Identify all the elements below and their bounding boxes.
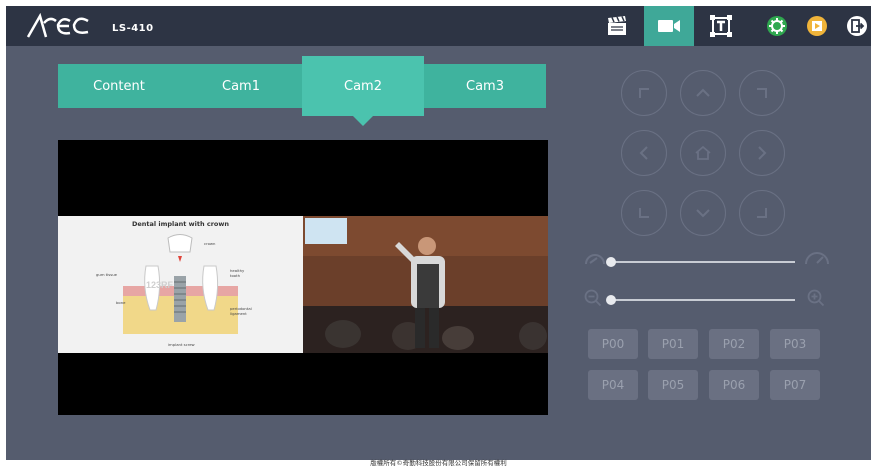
scene-button[interactable] [596, 6, 638, 46]
speed-slider-knob[interactable] [606, 257, 616, 267]
camera-feed [303, 216, 548, 353]
arec-logo-icon [26, 13, 89, 38]
camera-icon [658, 20, 680, 32]
preset-button[interactable]: P05 [648, 370, 698, 400]
slide-label: implant screw [168, 342, 195, 347]
slide-label: crown [204, 241, 216, 246]
slide-label: bone [116, 300, 126, 305]
content-feed: Dental implant with crown 123RF crown gu… [58, 216, 303, 353]
preset-button[interactable]: P02 [709, 329, 759, 359]
tab-label: Cam1 [222, 78, 260, 94]
camera-button[interactable] [644, 6, 694, 46]
main-panel: Content Cam1 Cam2 Cam3 Dental implant wi… [6, 46, 871, 460]
tab-cam3[interactable]: Cam3 [424, 64, 546, 108]
top-bar: LS-410 [6, 6, 871, 46]
logout-icon [847, 16, 867, 36]
chevron-left-icon [639, 146, 648, 160]
slide-label: gum tissue [96, 272, 117, 277]
zoom-slider[interactable] [611, 299, 795, 301]
corner-down-right-icon [757, 208, 767, 218]
settings-button[interactable] [756, 6, 798, 46]
dental-diagram-image: 123RF [123, 234, 238, 334]
preset-button[interactable]: P03 [770, 329, 820, 359]
home-icon [695, 145, 711, 160]
zoom-in-icon[interactable] [807, 289, 825, 307]
speed-slow-icon [585, 254, 605, 265]
layout-icon [710, 15, 732, 37]
model-label: LS-410 [112, 22, 154, 34]
tab-label: Cam3 [466, 78, 504, 94]
corner-down-left-icon [639, 208, 649, 218]
zoom-out-icon[interactable] [584, 289, 602, 307]
chevron-up-icon [696, 88, 710, 97]
ptz-up-button[interactable] [680, 70, 726, 116]
preset-button[interactable]: P01 [648, 329, 698, 359]
layout-button[interactable] [700, 6, 742, 46]
tab-label: Content [93, 78, 145, 94]
preset-button[interactable]: P07 [770, 370, 820, 400]
app-frame: LS-410 Content Cam1 Cam2 Cam3 Dental imp… [0, 0, 877, 467]
zoom-slider-knob[interactable] [606, 295, 616, 305]
chevron-right-icon [758, 146, 767, 160]
watermark-text: 123RF [146, 280, 174, 290]
corner-up-right-icon [757, 88, 767, 98]
ptz-up-left-button[interactable] [621, 70, 667, 116]
settings-icon [767, 16, 787, 36]
tab-content[interactable]: Content [58, 64, 180, 108]
ptz-right-button[interactable] [739, 130, 785, 176]
media-button[interactable] [796, 6, 838, 46]
brand-logo: LS-410 [26, 12, 154, 40]
logout-button[interactable] [836, 6, 877, 46]
corner-up-left-icon [639, 88, 649, 98]
speed-slider[interactable] [611, 261, 795, 263]
tab-cam2[interactable]: Cam2 [302, 56, 424, 126]
tab-cam1[interactable]: Cam1 [180, 64, 302, 108]
slide-label: periodontal ligament [230, 306, 252, 316]
clapperboard-icon [608, 16, 626, 35]
ptz-up-right-button[interactable] [739, 70, 785, 116]
ptz-down-left-button[interactable] [621, 190, 667, 236]
ptz-down-button[interactable] [680, 190, 726, 236]
media-icon [807, 16, 827, 36]
source-tabs: Content Cam1 Cam2 Cam3 [58, 56, 546, 126]
ptz-down-right-button[interactable] [739, 190, 785, 236]
slide-label: healthy tooth [230, 268, 245, 278]
speed-fast-icon [805, 252, 829, 265]
ptz-home-button[interactable] [680, 130, 726, 176]
preset-button[interactable]: P00 [588, 329, 638, 359]
preset-button[interactable]: P06 [709, 370, 759, 400]
speaker-image [303, 216, 548, 353]
tab-label: Cam2 [344, 78, 382, 94]
chevron-down-icon [696, 209, 710, 218]
video-preview: Dental implant with crown 123RF crown gu… [58, 140, 548, 415]
preset-button[interactable]: P04 [588, 370, 638, 400]
ptz-left-button[interactable] [621, 130, 667, 176]
